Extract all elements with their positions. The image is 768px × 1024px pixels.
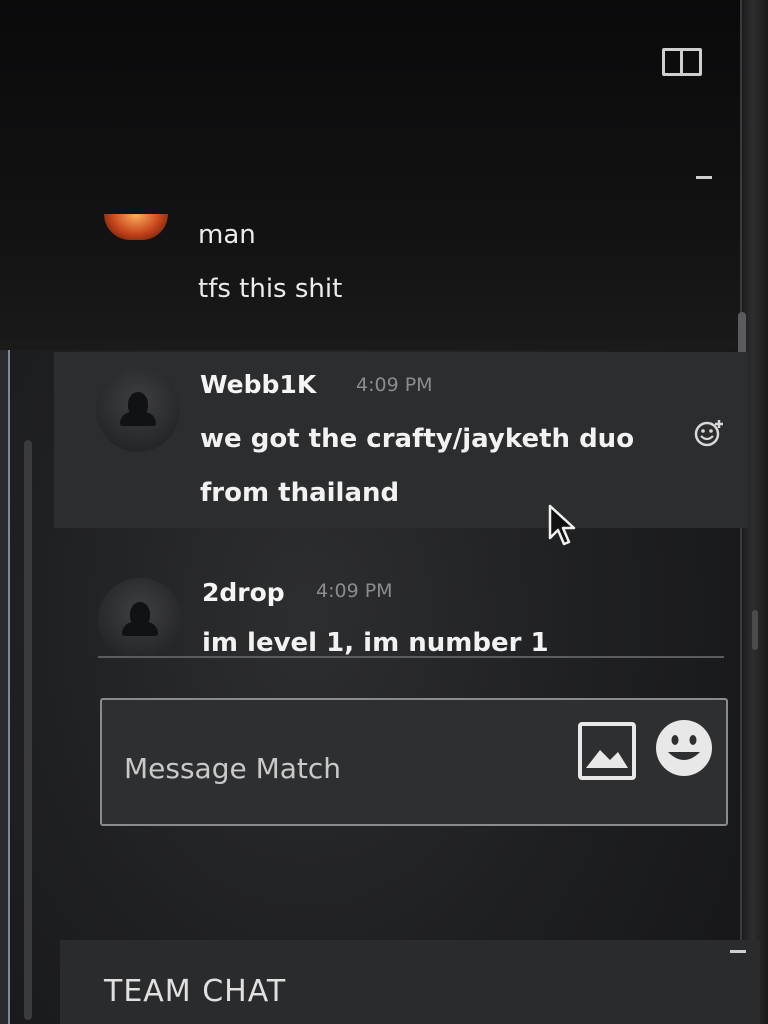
divider bbox=[98, 656, 724, 658]
team-chat-title[interactable]: TEAM CHAT bbox=[104, 974, 286, 1009]
avatar[interactable] bbox=[98, 578, 182, 662]
message-text: man bbox=[198, 220, 256, 250]
minimize-icon[interactable] bbox=[696, 176, 712, 179]
message-text: we got the crafty/jayketh duo bbox=[200, 424, 635, 454]
message-input[interactable]: Message Match bbox=[100, 698, 728, 826]
username[interactable]: Webb1K bbox=[200, 370, 316, 399]
message-input-placeholder: Message Match bbox=[124, 752, 342, 785]
emoji-icon[interactable] bbox=[654, 718, 714, 778]
add-reaction-icon[interactable] bbox=[694, 418, 724, 448]
timestamp: 4:09 PM bbox=[316, 580, 393, 602]
screen: man tfs this shit Webb1K 4:09 PM we got … bbox=[0, 0, 768, 1024]
image-icon[interactable] bbox=[578, 722, 636, 780]
username[interactable]: 2drop bbox=[202, 578, 285, 607]
mouse-cursor-icon bbox=[548, 504, 576, 546]
left-panel bbox=[0, 350, 10, 1024]
timestamp: 4:09 PM bbox=[356, 374, 433, 396]
split-view-icon[interactable] bbox=[662, 48, 702, 76]
left-scrollbar[interactable] bbox=[24, 440, 32, 1020]
avatar[interactable] bbox=[96, 368, 180, 452]
message-text: tfs this shit bbox=[198, 274, 343, 304]
message-text: im level 1, im number 1 bbox=[202, 628, 549, 658]
chat-header-area bbox=[0, 0, 768, 350]
chat-scrollbar-lower[interactable] bbox=[752, 610, 758, 650]
minimize-icon[interactable] bbox=[730, 950, 746, 953]
team-chat-panel[interactable]: TEAM CHAT bbox=[60, 940, 760, 1024]
message-text: from thailand bbox=[200, 478, 400, 508]
